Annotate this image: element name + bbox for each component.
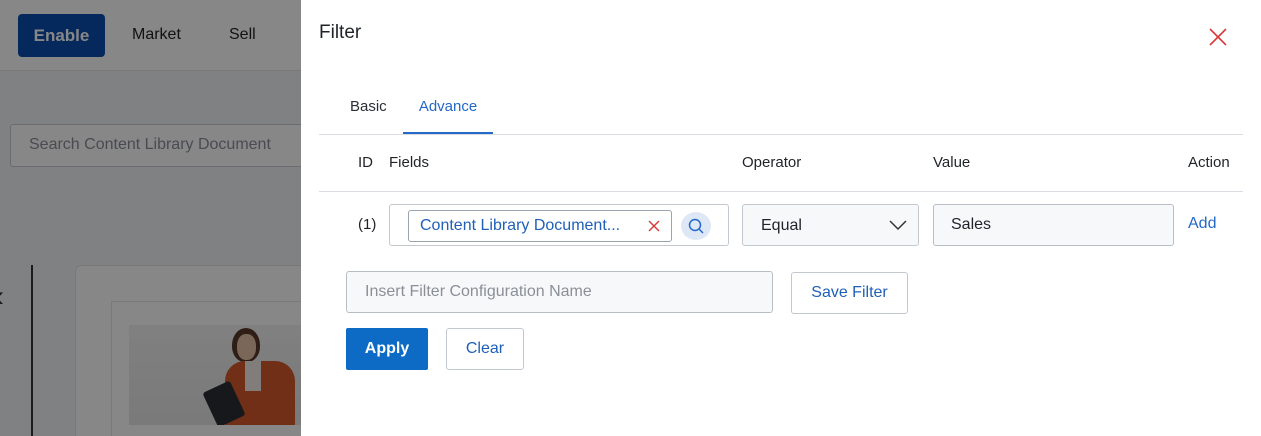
tab-basic[interactable]: Basic bbox=[333, 88, 403, 134]
column-id: ID bbox=[358, 154, 373, 171]
filter-panel: Filter Basic Advance ID Fields Operator … bbox=[301, 0, 1261, 436]
column-operator: Operator bbox=[742, 154, 802, 171]
apply-button[interactable]: Apply bbox=[346, 328, 428, 370]
column-action: Action bbox=[1188, 154, 1230, 171]
operator-select[interactable]: Equal bbox=[742, 204, 919, 246]
panel-title: Filter bbox=[319, 22, 362, 43]
column-value: Value bbox=[933, 154, 971, 171]
tab-advance[interactable]: Advance bbox=[403, 88, 493, 134]
clear-button[interactable]: Clear bbox=[446, 328, 524, 370]
add-link[interactable]: Add bbox=[1188, 215, 1216, 233]
operator-value: Equal bbox=[761, 217, 802, 234]
modal-backdrop[interactable] bbox=[0, 0, 301, 436]
filter-config-name-input[interactable] bbox=[346, 271, 773, 313]
field-chip[interactable]: Content Library Document... bbox=[408, 210, 672, 242]
close-icon[interactable] bbox=[1207, 26, 1229, 48]
field-search-button[interactable] bbox=[681, 212, 711, 240]
field-chip-label: Content Library Document... bbox=[420, 217, 621, 234]
search-icon bbox=[688, 218, 704, 234]
save-filter-button[interactable]: Save Filter bbox=[791, 272, 908, 314]
chevron-down-icon bbox=[889, 220, 907, 231]
field-selector[interactable]: Content Library Document... bbox=[389, 204, 729, 246]
row-id: (1) bbox=[358, 216, 377, 233]
filter-tabs: Basic Advance bbox=[319, 88, 1243, 135]
remove-chip-icon[interactable] bbox=[647, 219, 661, 233]
value-input[interactable] bbox=[933, 204, 1174, 246]
filter-table-header: ID Fields Operator Value Action bbox=[319, 135, 1243, 192]
column-fields: Fields bbox=[389, 154, 430, 171]
